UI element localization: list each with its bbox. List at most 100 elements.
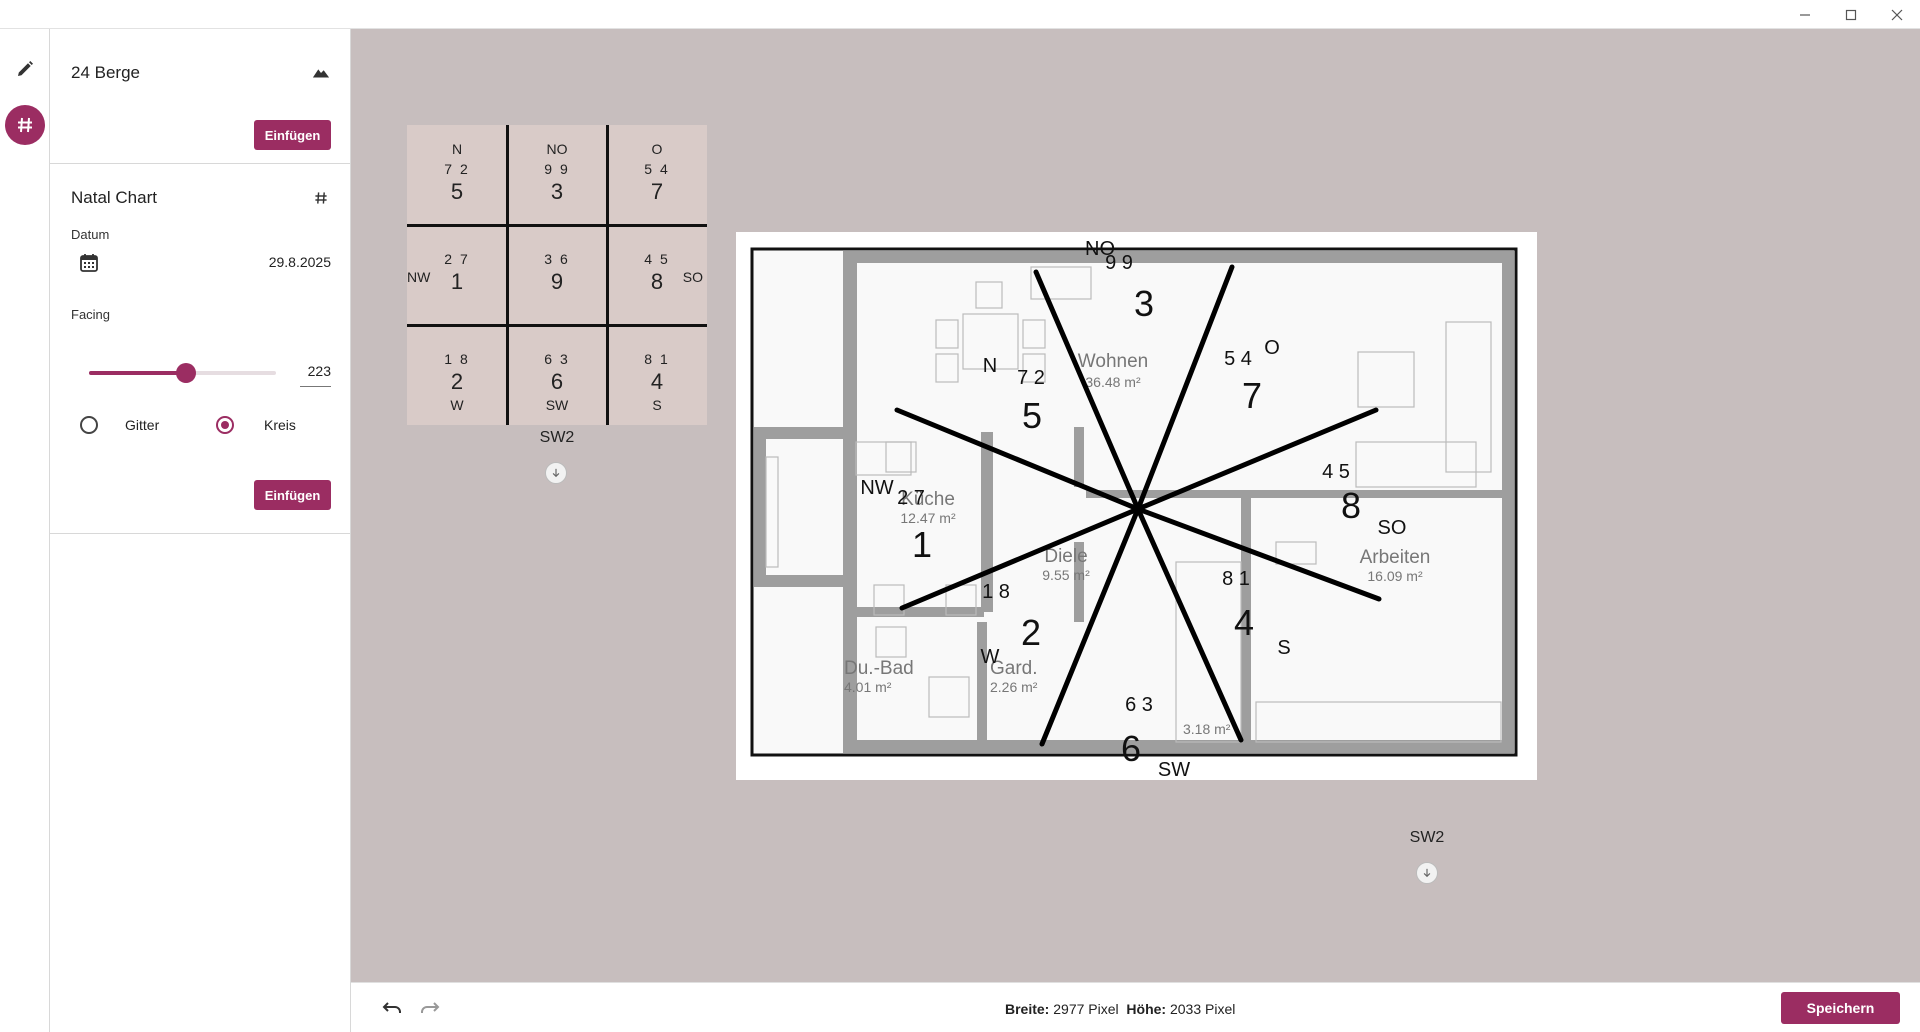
grid-cell-big: 5 (450, 179, 464, 204)
grid-cell-dir: W (450, 397, 464, 413)
room-area-bad: 4.01 m² (844, 679, 892, 695)
facing-slider-fill (89, 371, 187, 375)
grid-cell-dir: NO (546, 141, 568, 157)
height-value: 2033 Pixel (1169, 1001, 1236, 1017)
grid-cell-dir: SW (545, 397, 569, 413)
calendar-icon[interactable] (79, 252, 99, 274)
sector-small-no: 9 9 (1105, 252, 1133, 274)
width-label: Breite: (1005, 1001, 1050, 1017)
sector-dir-sw: SW (1158, 759, 1190, 780)
grid-cell: 1 8 2 W (407, 325, 507, 425)
grid-cell: N 7 2 5 (407, 125, 507, 225)
floorplan-svg: Wohnen 36.48 m² Küche 12.47 m² Diele 9.5… (750, 238, 1518, 781)
grid-cell-big: 9 (550, 269, 564, 294)
title-bar (0, 0, 1920, 29)
grid-cell-big: 6 (550, 369, 564, 394)
natal-chart-title: Natal Chart (71, 188, 157, 207)
grid-cell-small: 8 1 (644, 351, 670, 367)
grid-line (606, 125, 609, 425)
grid-cell: 2 7 1 NW (407, 225, 507, 325)
sector-small-o: 5 4 (1224, 348, 1252, 370)
sector-big-so: 8 (1341, 485, 1361, 526)
sector-dir-n: N (983, 355, 997, 377)
grid-cell-small: 9 9 (544, 161, 570, 177)
sector-big-s: 4 (1234, 602, 1254, 643)
date-value[interactable]: 29.8.2025 (269, 254, 331, 270)
grid-cell-small: 1 8 (444, 351, 470, 367)
grid-cell-dir: O (651, 141, 663, 157)
grid-cell: 6 3 6 SW (507, 325, 607, 425)
sector-dir-nw: NW (860, 477, 893, 499)
edit-tool-button[interactable] (5, 49, 45, 89)
natal-chart-section: Natal Chart Datum 29.8.2025 Facing 223 G… (50, 164, 351, 534)
room-area-gard: 2.26 m² (990, 679, 1038, 695)
sector-dir-o: O (1264, 337, 1280, 359)
width-value: 2977 Pixel (1053, 1001, 1119, 1017)
grid-cell-side: SO (682, 269, 703, 285)
room-label-bad: Du.-Bad (844, 658, 914, 679)
grid-download-icon[interactable] (545, 462, 567, 484)
sector-big-sw: 6 (1121, 728, 1141, 769)
sector-small-nw: 2 7 (897, 487, 925, 509)
hashtag-icon (18, 117, 32, 133)
radio-gitter[interactable] (80, 416, 98, 434)
sector-small-so: 4 5 (1322, 461, 1350, 483)
facing-slider[interactable] (89, 363, 276, 383)
room-area-wohnen: 36.48 m² (1085, 374, 1141, 390)
height-label: Höhe: (1126, 1001, 1167, 1017)
sector-small-w: 1 8 (982, 581, 1010, 603)
redo-button[interactable] (415, 995, 445, 1021)
image-dimensions: Breite: 2977 Pixel Höhe: 2033 Pixel (1005, 1001, 1235, 1017)
facing-label: Facing (71, 307, 111, 322)
sector-big-no: 3 (1134, 283, 1154, 324)
facing-slider-thumb[interactable] (176, 363, 197, 383)
floorplan-caption: SW2 (1409, 829, 1445, 846)
grid-caption: SW2 (539, 429, 575, 446)
grid-line (506, 125, 509, 425)
grid-cell: 3 69 (507, 225, 607, 325)
chart-tool-button[interactable] (5, 105, 45, 145)
room-label-treppe: 3.18 m² (1183, 721, 1231, 737)
hashtag-icon[interactable] (311, 188, 331, 208)
berge-insert-button[interactable]: Einfügen (254, 120, 331, 150)
grid-cell-small: 3 6 (544, 251, 570, 267)
floorplan-frame[interactable]: Wohnen 36.48 m² Küche 12.47 m² Diele 9.5… (736, 232, 1537, 781)
grid-cell-dir: N (451, 141, 463, 157)
radio-gitter-label: Gitter (125, 417, 160, 433)
close-button[interactable] (1874, 0, 1920, 29)
grid-cell-dir: S (652, 397, 662, 413)
facing-value[interactable]: 223 (300, 363, 331, 387)
grid-cell-small: 4 5 (644, 251, 670, 267)
close-icon (1891, 9, 1903, 20)
sector-big-o: 7 (1242, 375, 1262, 416)
room-area-diele: 9.55 m² (1042, 567, 1090, 583)
sector-small-n: 7 2 (1017, 367, 1045, 389)
berge-title: 24 Berge (71, 63, 140, 82)
sector-dir-so: SO (1378, 517, 1407, 539)
date-label: Datum (71, 227, 110, 242)
natal-insert-button[interactable]: Einfügen (254, 480, 331, 510)
radio-kreis[interactable] (216, 416, 234, 434)
minimize-icon (1800, 13, 1810, 16)
grid-cell-side: NW (407, 269, 431, 285)
pencil-icon (18, 61, 33, 76)
undo-icon (382, 1002, 401, 1013)
sector-dir-w: W (981, 646, 1000, 668)
grid-cell-small: 2 7 (444, 251, 470, 267)
grid-cell: O 5 4 7 (607, 125, 707, 225)
maximize-button[interactable] (1828, 0, 1874, 29)
save-button[interactable]: Speichern (1781, 992, 1900, 1024)
room-area-arbeiten: 16.09 m² (1367, 568, 1423, 584)
flying-star-grid[interactable]: N7 2 5 NO 9 93O5 472 7 1 NW 3 694 5 8 SO 1 82W6 3… (407, 125, 707, 425)
grid-cell: 4 5 8 SO (607, 225, 707, 325)
bottom-bar: Breite: 2977 Pixel Höhe: 2033 Pixel Spei… (351, 982, 1920, 1032)
minimize-button[interactable] (1782, 0, 1828, 29)
undo-button[interactable] (377, 995, 407, 1021)
grid-cell: NO 9 9 3 (507, 125, 607, 225)
grid-line (407, 324, 707, 327)
room-label-arbeiten: Arbeiten (1360, 547, 1431, 568)
sector-big-n: 5 (1022, 395, 1042, 436)
canvas-area[interactable]: N7 2 5 NO 9 93O5 472 7 1 NW 3 694 5 8 SO 1 82W6 3… (351, 29, 1920, 982)
mountain-icon[interactable] (311, 63, 331, 83)
floorplan-download-icon[interactable] (1416, 862, 1438, 884)
